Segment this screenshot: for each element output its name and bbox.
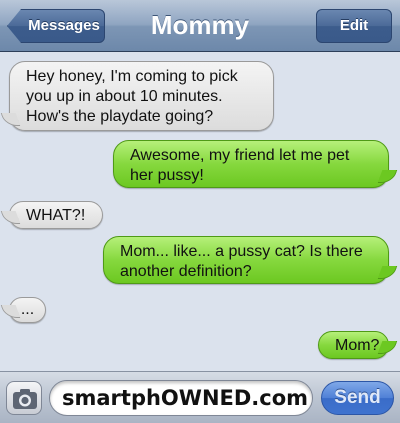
outgoing-message-bubble: Awesome, my friend let me pet her pussy! — [113, 140, 389, 188]
back-button[interactable]: Messages — [7, 9, 105, 43]
message-line: her pussy! — [130, 167, 204, 184]
message-line: another definition? — [120, 263, 252, 280]
incoming-message-bubble: WHAT?! — [9, 201, 103, 229]
message-line: Hey honey, I'm coming to pick — [26, 68, 238, 85]
message-line: WHAT?! — [26, 207, 86, 224]
message-line: you up in about 10 minutes. — [26, 88, 223, 105]
send-button[interactable]: Send — [321, 381, 394, 415]
camera-button[interactable] — [6, 381, 42, 415]
navigation-bar: Messages Mommy Edit — [0, 0, 400, 52]
message-line: ... — [20, 301, 35, 318]
edit-button[interactable]: Edit — [316, 9, 392, 43]
message-line: How's the playdate going? — [26, 108, 214, 125]
message-input-bar: smartphOWNED.com Send — [0, 371, 400, 423]
message-line: Mom? — [335, 337, 380, 354]
outgoing-message-bubble: Mom... like... a pussy cat? Is there ano… — [103, 236, 389, 284]
message-text-field[interactable]: smartphOWNED.com — [49, 380, 313, 416]
conversation-title: Mommy — [150, 10, 250, 40]
message-thread[interactable]: Hey honey, I'm coming to pick you up in … — [0, 53, 400, 366]
incoming-message-bubble: ... — [9, 297, 46, 323]
incoming-message-bubble: Hey honey, I'm coming to pick you up in … — [9, 61, 274, 131]
outgoing-message-bubble: Mom? — [318, 331, 389, 359]
message-line: Awesome, my friend let me pet — [130, 147, 350, 164]
camera-icon — [13, 389, 37, 409]
message-line: Mom... like... a pussy cat? Is there — [120, 243, 363, 260]
